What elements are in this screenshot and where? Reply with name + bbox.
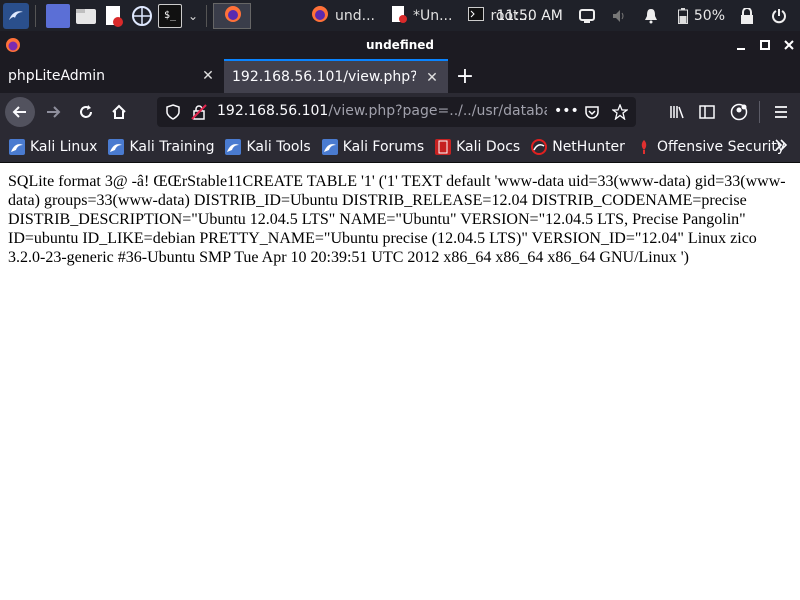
library-icon[interactable]	[662, 97, 692, 127]
bookmark-kali-docs[interactable]: Kali Docs	[435, 138, 521, 155]
taskbar-window-label: *Un...	[412, 7, 453, 24]
firefox-icon	[311, 5, 329, 27]
tab-phpliteadmin[interactable]: phpLiteAdmin ✕	[0, 59, 224, 93]
bookmark-label: Kali Forums	[342, 138, 425, 155]
tab-strip: phpLiteAdmin ✕ 192.168.56.101/view.php?p…	[0, 59, 800, 93]
kali-icon	[108, 138, 125, 155]
shield-icon[interactable]	[164, 103, 182, 121]
pocket-icon[interactable]	[583, 103, 601, 121]
bookmark-kali-forums[interactable]: Kali Forums	[321, 138, 425, 155]
home-icon	[112, 104, 126, 119]
clock[interactable]: 11:50 AM	[496, 8, 562, 24]
offsec-icon	[636, 139, 652, 155]
battery-icon[interactable]	[674, 7, 692, 25]
kali-menu-icon[interactable]	[3, 2, 29, 29]
notification-bell-icon[interactable]	[642, 7, 660, 25]
display-icon[interactable]	[578, 7, 596, 25]
bookmark-label: Offensive Security	[656, 138, 786, 155]
system-tray: 11:50 AM 50%	[488, 0, 800, 31]
bookmark-label: Kali Linux	[30, 138, 98, 155]
panel-separator	[206, 4, 207, 27]
window-titlebar: undefined	[0, 31, 800, 59]
bookmark-nethunter[interactable]: NetHunter	[531, 138, 625, 155]
panel-separator	[35, 4, 36, 27]
window-title: undefined	[366, 38, 434, 52]
page-content: SQLite format 3@ -â! ŒŒrStable11CREATE T…	[0, 164, 800, 600]
power-icon[interactable]	[770, 7, 788, 25]
hamburger-menu-icon[interactable]	[766, 97, 796, 127]
url-path: /view.php?page=../../usr/databa	[328, 103, 547, 119]
chevron-double-right-icon[interactable]	[774, 137, 788, 156]
close-tab-icon[interactable]: ✕	[424, 70, 440, 86]
kali-icon	[225, 138, 242, 155]
new-tab-button[interactable]: +	[448, 59, 482, 93]
kali-icon	[9, 138, 25, 155]
taskbar-window-label: und...	[335, 7, 375, 24]
bookmark-label: Kali Training	[129, 138, 215, 155]
back-button[interactable]	[5, 97, 35, 127]
toolbar-separator	[759, 101, 760, 123]
address-bar[interactable]: 192.168.56.101/view.php?page=../../usr/d…	[157, 97, 636, 127]
window-controls	[734, 31, 796, 59]
file-manager-icon[interactable]	[74, 4, 98, 28]
text-editor-icon[interactable]	[102, 4, 126, 28]
volume-icon[interactable]	[610, 7, 628, 25]
firefox-icon	[224, 5, 242, 27]
bookmark-offensive-security[interactable]: Offensive Security	[636, 139, 785, 155]
terminal-launcher-icon[interactable]: $_	[158, 3, 182, 28]
arrow-right-icon	[47, 106, 61, 118]
bookmark-label: Kali Docs	[456, 138, 521, 155]
taskbar-active-firefox[interactable]	[213, 2, 251, 29]
tab-view-php[interactable]: 192.168.56.101/view.php?pa ✕	[224, 59, 448, 93]
tab-label: 192.168.56.101/view.php?pa	[232, 69, 416, 85]
taskbar-window-firefox[interactable]: und...	[303, 3, 383, 29]
page-actions-menu[interactable]: •••	[554, 103, 579, 119]
bookmark-kali-training[interactable]: Kali Training	[108, 138, 215, 155]
lock-icon[interactable]	[738, 7, 756, 25]
kali-icon	[321, 138, 338, 155]
account-icon[interactable]	[724, 97, 754, 127]
bookmark-kali-linux[interactable]: Kali Linux	[9, 138, 98, 155]
bookmark-star-icon[interactable]	[611, 103, 629, 121]
home-button[interactable]	[104, 97, 134, 127]
navigation-toolbar: 192.168.56.101/view.php?page=../../usr/d…	[0, 93, 800, 131]
bookmark-label: Kali Tools	[246, 138, 311, 155]
insecure-lock-icon[interactable]	[190, 103, 208, 121]
url-text[interactable]: 192.168.56.101/view.php?page=../../usr/d…	[217, 103, 547, 119]
kali-docs-icon	[435, 138, 452, 155]
url-host: 192.168.56.101	[217, 103, 329, 119]
workspace-icon[interactable]	[46, 3, 70, 28]
page-body-text: SQLite format 3@ -â! ŒŒrStable11CREATE T…	[8, 173, 786, 266]
arrow-left-icon	[12, 106, 26, 118]
bookmarks-toolbar: Kali Linux Kali Training Kali Tools Kali…	[0, 131, 800, 163]
nethunter-icon	[531, 138, 548, 155]
battery-percent: 50%	[693, 7, 725, 24]
sidebar-icon[interactable]	[692, 97, 722, 127]
bookmark-kali-tools[interactable]: Kali Tools	[225, 138, 311, 155]
maximize-button[interactable]	[758, 38, 772, 52]
taskbar-window-editor[interactable]: *Un...	[383, 3, 460, 29]
close-tab-icon[interactable]: ✕	[200, 68, 216, 84]
top-panel: $_ ⌄ und... *Un... root... 11:50 AM 50%	[0, 0, 800, 31]
reload-button[interactable]	[71, 97, 101, 127]
close-window-button[interactable]	[782, 38, 796, 52]
reload-icon	[80, 105, 92, 118]
tab-label: phpLiteAdmin	[8, 68, 106, 84]
chevron-down-icon[interactable]: ⌄	[186, 4, 200, 28]
browser-icon[interactable]	[130, 4, 154, 28]
minimize-button[interactable]	[734, 38, 748, 52]
forward-button[interactable]	[38, 97, 68, 127]
bookmark-label: NetHunter	[552, 138, 625, 155]
terminal-icon	[468, 6, 485, 25]
editor-icon	[391, 5, 407, 27]
